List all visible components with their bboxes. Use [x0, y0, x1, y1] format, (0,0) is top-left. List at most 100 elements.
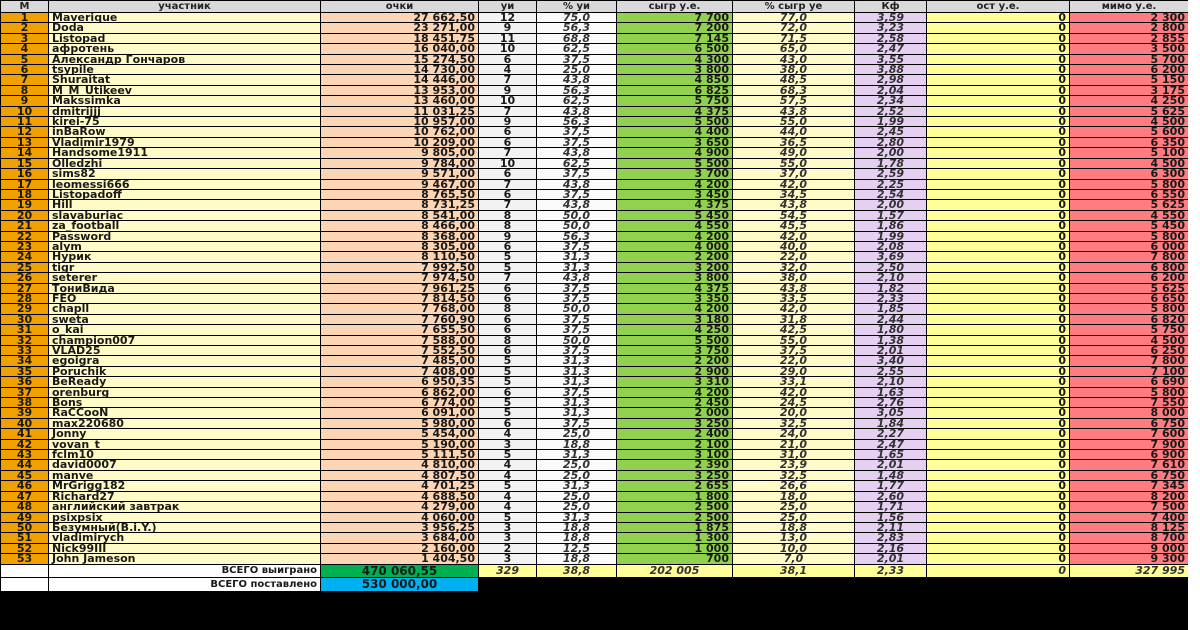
- missed-cell: 5 800: [1069, 386, 1189, 399]
- pct-yi-cell: 31,3: [536, 261, 617, 274]
- rank-cell: 21: [0, 220, 49, 232]
- remaining-cell: 0: [926, 324, 1070, 336]
- rank-cell: 10: [0, 105, 49, 118]
- kf-cell: 1,71: [854, 501, 927, 513]
- points-cell: 6 774,00: [320, 397, 479, 409]
- played-cell: 4 375: [616, 105, 733, 118]
- table-row: 38 Bons 6 774,00 5 31,3 2 450 24,5 2,76 0 7 550: [0, 397, 1189, 409]
- kf-cell: 2,45: [854, 126, 927, 138]
- rank-cell: 13: [0, 136, 49, 149]
- participant-cell: Maverique: [48, 11, 321, 24]
- points-cell: 7 408,00: [320, 365, 479, 378]
- pct-played-cell: 29,0: [732, 365, 855, 378]
- missed-cell: 2 300: [1069, 11, 1189, 24]
- played-cell: 4 200: [616, 230, 733, 242]
- missed-cell: 7 500: [1069, 501, 1189, 513]
- points-cell: 23 271,00: [320, 22, 479, 34]
- pct-yi-cell: 43,8: [536, 272, 617, 284]
- pct-yi-cell: 12,5: [536, 542, 617, 555]
- table-row: 39 RaCCooN 6 091,00 5 31,3 2 000 20,0 3,05 0 8 00…: [0, 407, 1189, 419]
- pct-played-cell: 55,0: [732, 334, 855, 347]
- kf-cell: 2,59: [854, 168, 927, 180]
- header-yi: уи: [478, 0, 537, 13]
- participant-cell: kirei-75: [48, 116, 321, 128]
- missed-cell: 6 250: [1069, 344, 1189, 357]
- participant-cell: Olledzhi: [48, 157, 321, 170]
- totals-filler: [478, 577, 1189, 592]
- missed-cell: 6 750: [1069, 417, 1189, 430]
- pct-played-cell: 33,1: [732, 376, 855, 388]
- missed-cell: 5 625: [1069, 199, 1189, 211]
- yi-cell: 7: [478, 178, 537, 190]
- remaining-cell: 0: [926, 188, 1070, 201]
- rank-cell: 24: [0, 251, 49, 263]
- pct-played-cell: 71,5: [732, 32, 855, 45]
- points-cell: 9 805,00: [320, 147, 479, 159]
- yi-cell: 7: [478, 105, 537, 118]
- participant-cell: ТониВида: [48, 282, 321, 294]
- missed-cell: 6 550: [1069, 188, 1189, 201]
- rank-cell: 26: [0, 272, 49, 284]
- points-cell: 10 209,00: [320, 136, 479, 149]
- pct-yi-cell: 43,8: [536, 199, 617, 211]
- rank-cell: 37: [0, 386, 49, 399]
- kf-cell: 1,77: [854, 480, 927, 492]
- pct-played-cell: 34,5: [732, 188, 855, 201]
- remaining-cell: 0: [926, 272, 1070, 284]
- total-pct-yi: 38,8: [536, 563, 617, 578]
- rank-cell: 6: [0, 64, 49, 76]
- participant-cell: Nick99III: [48, 542, 321, 555]
- pct-yi-cell: 25,0: [536, 469, 617, 482]
- remaining-cell: 0: [926, 116, 1070, 128]
- remaining-cell: 0: [926, 553, 1070, 565]
- points-cell: 7 992,50: [320, 261, 479, 274]
- yi-cell: 4: [478, 459, 537, 471]
- missed-cell: 6 820: [1069, 313, 1189, 326]
- played-cell: 3 250: [616, 417, 733, 430]
- yi-cell: 8: [478, 209, 537, 222]
- points-cell: 3 684,00: [320, 532, 479, 544]
- played-cell: 3 100: [616, 449, 733, 461]
- kf-cell: 2,44: [854, 313, 927, 326]
- remaining-cell: 0: [926, 355, 1070, 367]
- played-cell: 2 390: [616, 459, 733, 471]
- participant-cell: Vladimir1979: [48, 136, 321, 149]
- played-cell: 3 450: [616, 188, 733, 201]
- rank-cell: 16: [0, 168, 49, 180]
- participant-cell: max220680: [48, 417, 321, 430]
- table-row: 26 seterer 7 974,50 7 43,8 3 800 38,0 2,10 0 6 20…: [0, 272, 1189, 284]
- missed-cell: 6 200: [1069, 64, 1189, 76]
- missed-cell: 4 250: [1069, 95, 1189, 107]
- table-row: 13 Vladimir1979 10 209,00 6 37,5 3 650 36,5 2,8…: [0, 136, 1189, 149]
- participant-cell: RaCCooN: [48, 407, 321, 419]
- played-cell: 6 825: [616, 84, 733, 97]
- played-cell: 3 700: [616, 168, 733, 180]
- participant-cell: Poruchik: [48, 365, 321, 378]
- table-row: 2 Doda 23 271,00 9 56,3 7 200 72,0 3,23 0 2 800: [0, 22, 1189, 34]
- pct-played-cell: 72,0: [732, 22, 855, 34]
- pct-yi-cell: 37,5: [536, 417, 617, 430]
- yi-cell: 7: [478, 74, 537, 86]
- yi-cell: 5: [478, 480, 537, 492]
- points-cell: 7 485,00: [320, 355, 479, 367]
- missed-cell: 6 200: [1069, 272, 1189, 284]
- participant-cell: manve: [48, 469, 321, 482]
- participant-cell: Александр Гончаров: [48, 53, 321, 66]
- table-row: 52 Nick99III 2 160,00 2 12,5 1 000 10,0 2,16 0 9 …: [0, 542, 1189, 555]
- rank-cell: 27: [0, 282, 49, 294]
- remaining-cell: 0: [926, 43, 1070, 55]
- table-row: 35 Poruchik 7 408,00 5 31,3 2 900 29,0 2,55 0 7 1…: [0, 365, 1189, 378]
- remaining-cell: 0: [926, 521, 1070, 534]
- kf-cell: 2,80: [854, 136, 927, 149]
- yi-cell: 8: [478, 334, 537, 347]
- pct-played-cell: 42,0: [732, 230, 855, 242]
- participant-cell: Makssimka: [48, 95, 321, 107]
- remaining-cell: 0: [926, 490, 1070, 503]
- missed-cell: 7 610: [1069, 459, 1189, 471]
- yi-cell: 6: [478, 386, 537, 399]
- missed-cell: 8 200: [1069, 490, 1189, 503]
- rank-cell: 47: [0, 490, 49, 503]
- participant-cell: inBaRow: [48, 126, 321, 138]
- yi-cell: 9: [478, 230, 537, 242]
- pct-played-cell: 38,0: [732, 272, 855, 284]
